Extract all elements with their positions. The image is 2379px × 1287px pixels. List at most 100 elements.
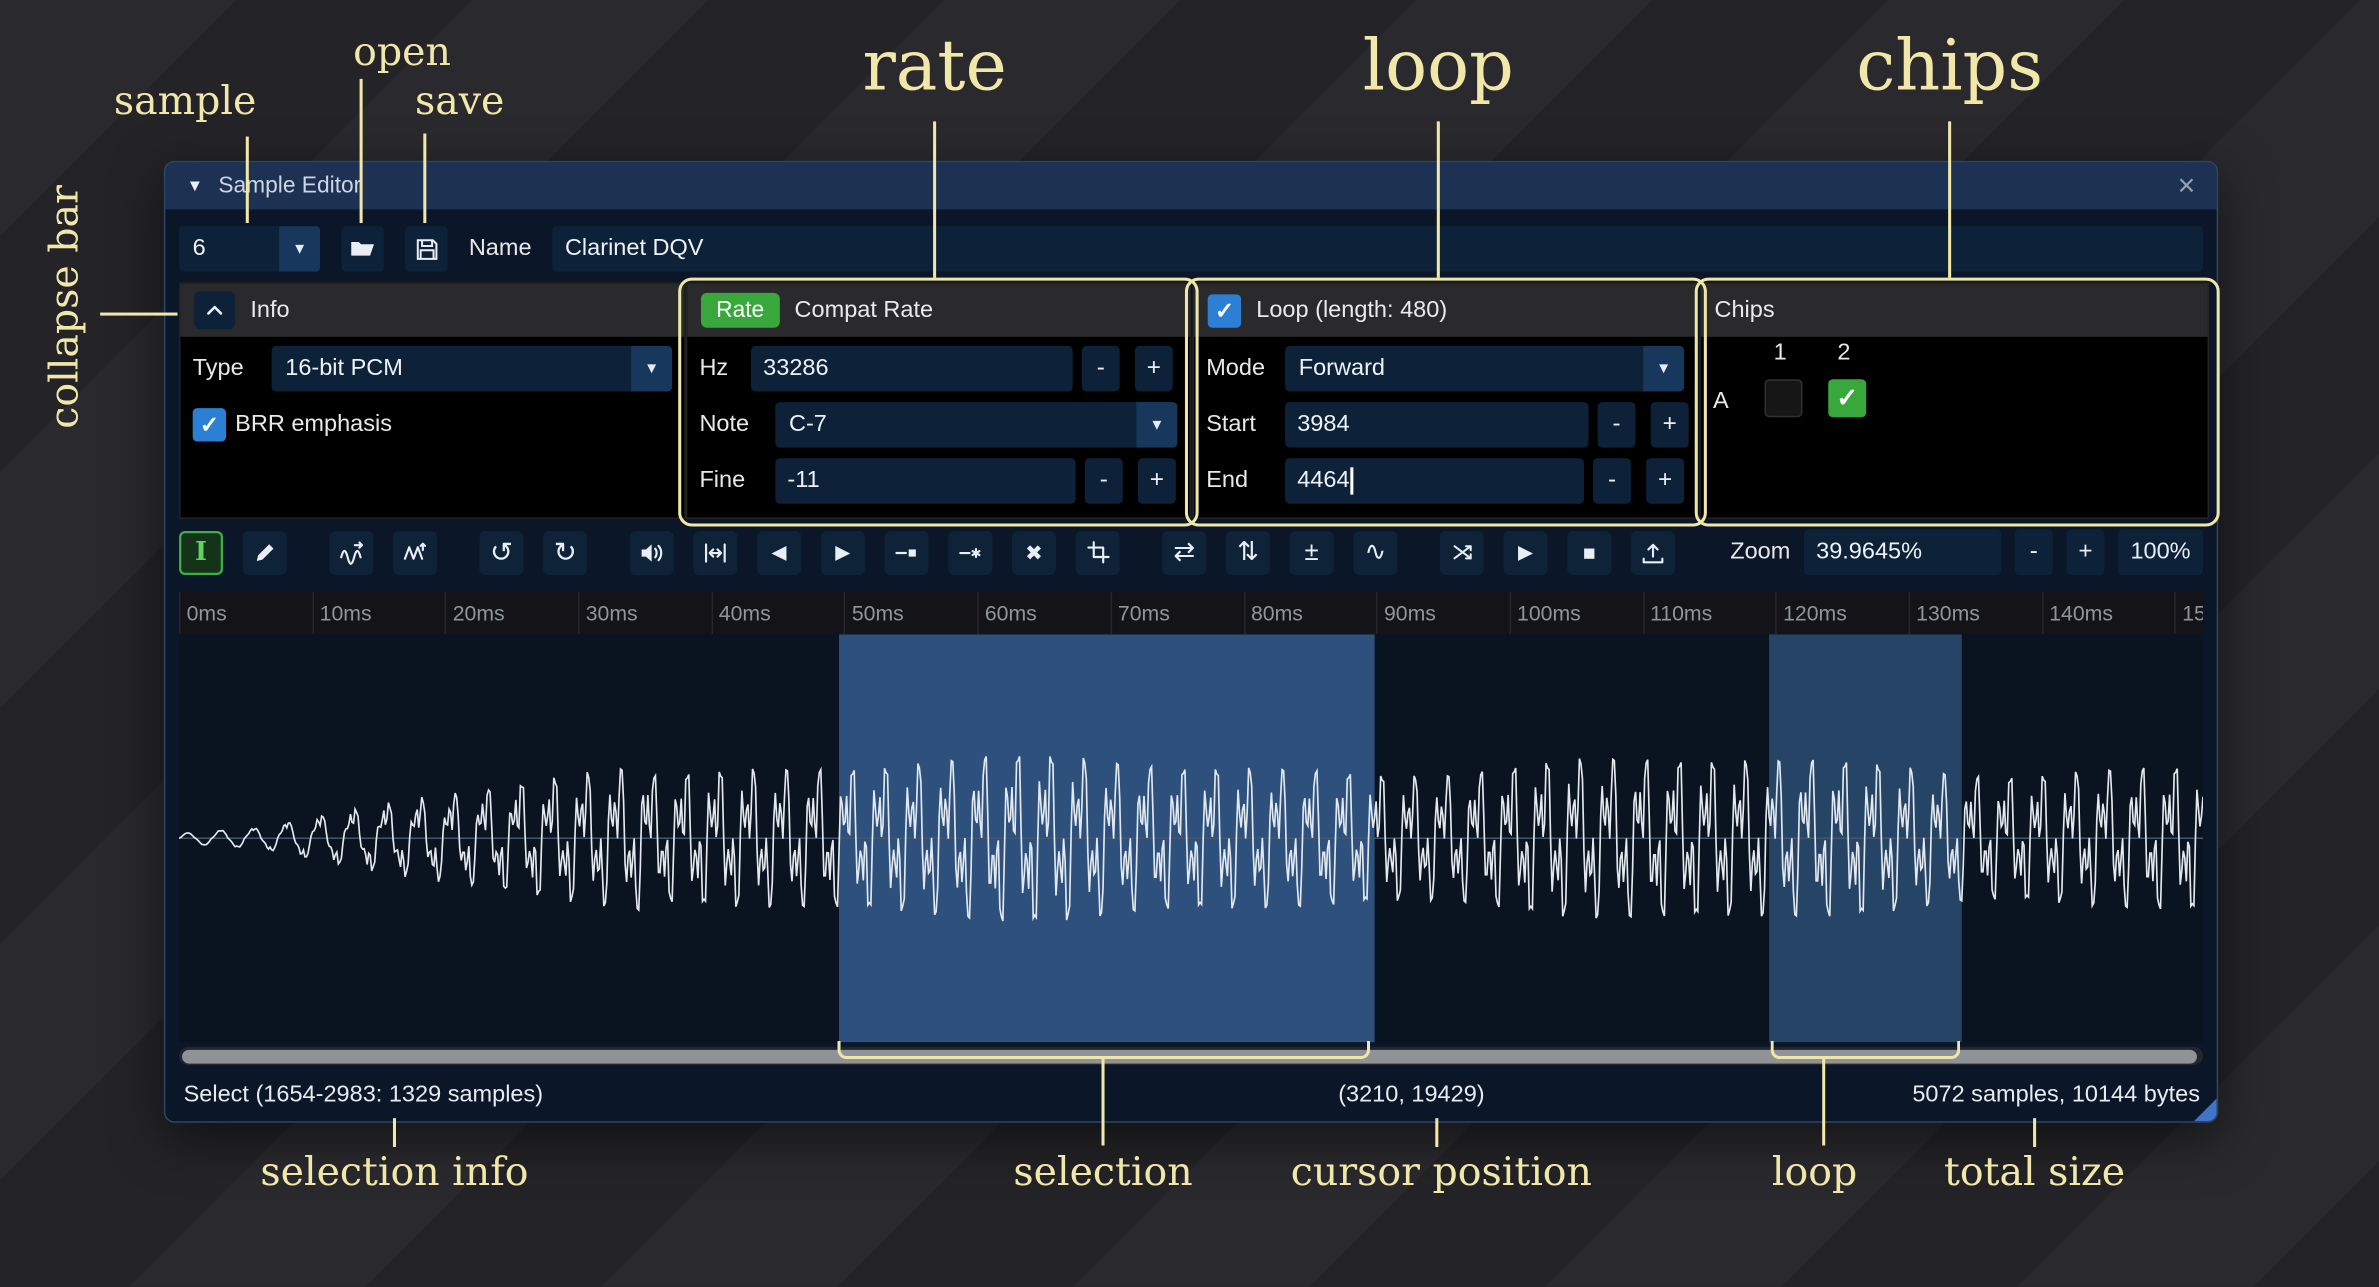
- trim-button[interactable]: [1076, 530, 1120, 574]
- type-selector[interactable]: 16-bit PCM ▼: [272, 346, 673, 392]
- insert-silence-button[interactable]: [885, 530, 929, 574]
- loop-start-increment-button[interactable]: +: [1651, 402, 1689, 448]
- brr-emphasis-checkbox[interactable]: ✓: [193, 408, 226, 441]
- ruler-tick: 80ms: [1243, 592, 1376, 634]
- undo-icon: ↺: [490, 536, 513, 568]
- loop-end-decrement-button[interactable]: -: [1593, 458, 1631, 504]
- select-tool-button[interactable]: I: [179, 530, 223, 574]
- hz-label: Hz: [699, 355, 741, 382]
- zoom-in-button[interactable]: +: [2066, 530, 2104, 576]
- zoom-input[interactable]: [1804, 530, 2001, 576]
- titlebar[interactable]: ▼ Sample Editor ×: [165, 162, 2216, 209]
- filter-wave-icon: ∿: [1365, 537, 1387, 567]
- normalize-icon: [702, 539, 728, 565]
- save-button[interactable]: [405, 226, 447, 272]
- preview-button[interactable]: ▶: [1504, 530, 1548, 574]
- ruler-tick: 140ms: [2042, 592, 2175, 634]
- crossfade-button[interactable]: [1440, 530, 1484, 574]
- brr-emphasis-label: BRR emphasis: [235, 411, 392, 438]
- invert-icon: ⇅: [1237, 537, 1259, 567]
- open-folder-icon: [349, 235, 376, 262]
- crop-icon: [1086, 540, 1110, 564]
- resample-button[interactable]: [393, 530, 437, 574]
- stop-button[interactable]: ■: [1567, 530, 1611, 574]
- chip-a2-checkbox[interactable]: ✓: [1828, 379, 1866, 417]
- resample-wave-icon: [402, 539, 428, 565]
- waveform-view[interactable]: [179, 634, 2203, 1042]
- redo-icon: ↻: [554, 536, 577, 568]
- zoom-out-button[interactable]: -: [2015, 530, 2053, 576]
- loop-start-label: Start: [1206, 411, 1276, 438]
- reverse-button[interactable]: ⇄: [1162, 530, 1206, 574]
- rate-badge[interactable]: Rate: [701, 293, 779, 328]
- loop-end-value: 4464: [1297, 467, 1349, 494]
- rate-panel-header: Rate Compat Rate: [687, 284, 1189, 337]
- zoom-reset-button[interactable]: 100%: [2118, 530, 2203, 576]
- chips-column-2-label: 2: [1837, 340, 1850, 367]
- redo-button[interactable]: ↻: [543, 530, 587, 574]
- chevron-down-icon[interactable]: ▼: [279, 226, 320, 272]
- resize-button[interactable]: [329, 530, 373, 574]
- hz-increment-button[interactable]: +: [1135, 346, 1173, 392]
- sample-editor-window: ▼ Sample Editor × 6 ▼ Name: [164, 161, 2218, 1123]
- info-panel: Info Type 16-bit PCM ▼ ✓ BRR emphasis: [179, 282, 686, 519]
- scrollbar-thumb[interactable]: [182, 1049, 2197, 1063]
- upload-icon: [1640, 539, 1666, 565]
- fade-out-button[interactable]: ▶: [821, 530, 865, 574]
- loop-mode-value: Forward: [1285, 346, 1643, 392]
- sign-invert-button[interactable]: ±: [1290, 530, 1334, 574]
- chevron-down-icon[interactable]: ▼: [1136, 402, 1177, 448]
- reverse-icon: ⇄: [1173, 537, 1195, 567]
- fine-increment-button[interactable]: +: [1138, 458, 1176, 504]
- ruler-tick: 60ms: [977, 592, 1110, 634]
- time-ruler[interactable]: 0ms 10ms 20ms 30ms 40ms 50ms 60ms 70ms 8…: [179, 592, 2203, 634]
- loop-end-input[interactable]: 4464: [1285, 458, 1584, 504]
- amplify-button[interactable]: [630, 530, 674, 574]
- window-collapse-icon[interactable]: ▼: [187, 177, 204, 195]
- type-value: 16-bit PCM: [272, 346, 632, 392]
- ruler-tick: 0ms: [179, 592, 312, 634]
- open-button[interactable]: [341, 226, 383, 272]
- loop-end-label: End: [1206, 467, 1276, 494]
- type-label: Type: [193, 355, 263, 382]
- undo-button[interactable]: ↺: [479, 530, 523, 574]
- chevron-down-icon[interactable]: ▼: [631, 346, 672, 392]
- ruler-tick: 10ms: [312, 592, 445, 634]
- close-icon[interactable]: ×: [2178, 171, 2196, 201]
- loop-enable-checkbox[interactable]: ✓: [1208, 294, 1241, 327]
- note-selector[interactable]: C-7 ▼: [775, 402, 1177, 448]
- draw-tool-button[interactable]: [243, 530, 287, 574]
- fade-in-button[interactable]: ◀: [757, 530, 801, 574]
- loop-start-input[interactable]: [1285, 402, 1588, 448]
- note-label: Note: [699, 411, 766, 438]
- delete-button[interactable]: ✖: [1012, 530, 1056, 574]
- invert-button[interactable]: ⇅: [1226, 530, 1270, 574]
- loop-start-decrement-button[interactable]: -: [1598, 402, 1636, 448]
- loop-panel: ✓ Loop (length: 480) Mode Forward ▼ Star…: [1193, 282, 1698, 519]
- upload-button[interactable]: [1631, 530, 1675, 574]
- fine-label: Fine: [699, 467, 766, 494]
- fine-decrement-button[interactable]: -: [1085, 458, 1123, 504]
- chip-a1-checkbox[interactable]: [1765, 379, 1803, 417]
- hz-input[interactable]: [751, 346, 1073, 392]
- zoom-controls: Zoom - + 100%: [1730, 530, 2203, 576]
- window-resize-handle[interactable]: [2194, 1098, 2217, 1121]
- fine-input[interactable]: [775, 458, 1075, 504]
- filter-button[interactable]: ∿: [1353, 530, 1397, 574]
- collapse-panel-button[interactable]: [194, 291, 235, 329]
- waveform-scrollbar[interactable]: [179, 1047, 2203, 1065]
- loop-end-increment-button[interactable]: +: [1646, 458, 1684, 504]
- normalize-button[interactable]: [693, 530, 737, 574]
- name-input[interactable]: [553, 226, 2203, 272]
- chevron-down-icon[interactable]: ▼: [1643, 346, 1684, 392]
- hz-decrement-button[interactable]: -: [1082, 346, 1120, 392]
- info-panel-body: Type 16-bit PCM ▼ ✓ BRR emphasis: [181, 337, 685, 457]
- ruler-tick: 90ms: [1376, 592, 1509, 634]
- chevron-up-icon: [203, 299, 226, 322]
- loop-mode-selector[interactable]: Forward ▼: [1285, 346, 1684, 392]
- sample-selector[interactable]: 6 ▼: [179, 226, 320, 272]
- insert-silence-icon: [894, 539, 920, 565]
- apply-silence-button[interactable]: [948, 530, 992, 574]
- waveform-canvas[interactable]: [179, 634, 2203, 1042]
- rate-annotation-label: rate: [707, 24, 1162, 106]
